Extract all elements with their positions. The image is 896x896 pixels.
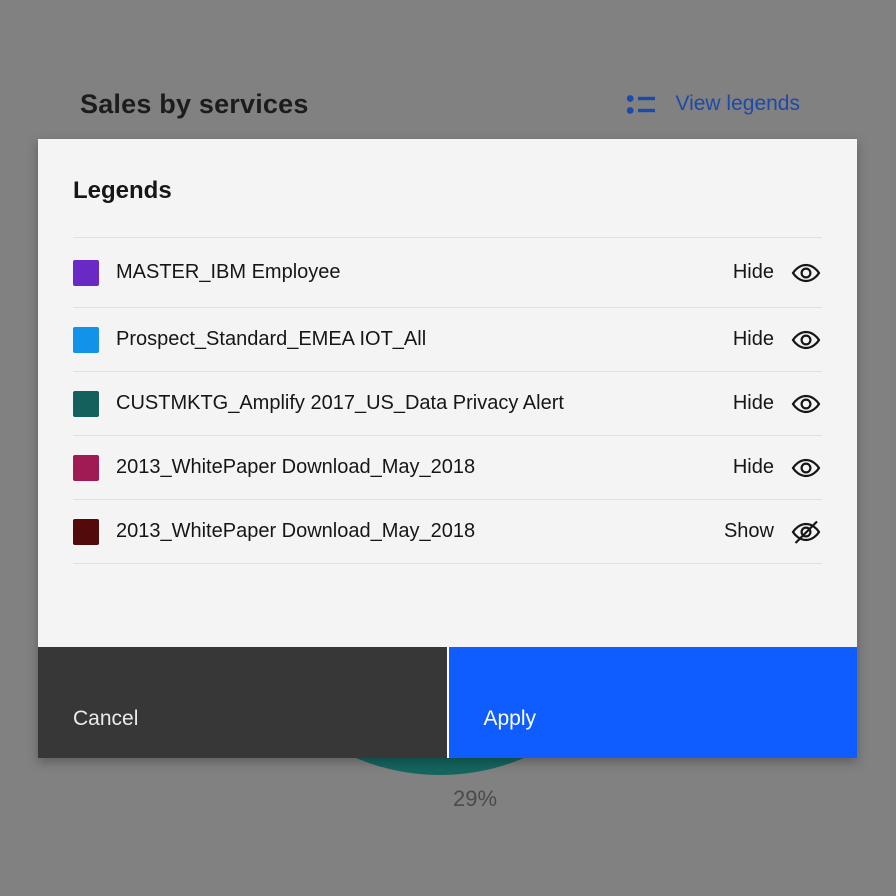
- legend-list-icon: [626, 91, 656, 117]
- legend-color-swatch: [73, 327, 99, 353]
- view-icon[interactable]: [790, 388, 822, 420]
- legend-color-swatch: [73, 519, 99, 545]
- legend-row[interactable]: 2013_WhitePaper Download_May_2018 Hide: [73, 435, 822, 499]
- legend-label: Prospect_Standard_EMEA IOT_All: [116, 328, 721, 351]
- legend-label: MASTER_IBM Employee: [116, 261, 721, 284]
- chart-title: Sales by services: [80, 89, 309, 120]
- legend-action-label: Hide: [733, 261, 774, 284]
- legend-action-label: Hide: [733, 456, 774, 479]
- modal-title: Legends: [38, 139, 857, 205]
- legend-row[interactable]: Prospect_Standard_EMEA IOT_All Hide: [73, 307, 822, 371]
- chart-page: Sales by services View legends 29% Legen…: [0, 0, 896, 896]
- legend-action-label: Hide: [733, 392, 774, 415]
- legend-row[interactable]: MASTER_IBM Employee Hide: [73, 237, 822, 307]
- legend-row[interactable]: 2013_WhitePaper Download_May_2018 Show: [73, 499, 822, 563]
- legends-modal: Legends MASTER_IBM Employee Hide Prospec…: [38, 139, 857, 758]
- apply-button[interactable]: Apply: [449, 647, 858, 758]
- donut-segment-value: 29%: [435, 786, 515, 812]
- chart-header: Sales by services View legends: [80, 84, 800, 124]
- legend-row[interactable]: CUSTMKTG_Amplify 2017_US_Data Privacy Al…: [73, 371, 822, 435]
- legend-action-label: Show: [724, 520, 774, 543]
- modal-footer: Cancel Apply: [38, 647, 857, 758]
- legend-label: 2013_WhitePaper Download_May_2018: [116, 456, 721, 479]
- legend-action-label: Hide: [733, 328, 774, 351]
- view-icon[interactable]: [790, 324, 822, 356]
- legend-label: CUSTMKTG_Amplify 2017_US_Data Privacy Al…: [116, 392, 721, 415]
- view-off-icon[interactable]: [790, 516, 822, 548]
- legend-color-swatch: [73, 455, 99, 481]
- view-icon[interactable]: [790, 452, 822, 484]
- cancel-button[interactable]: Cancel: [38, 647, 447, 758]
- legend-label: 2013_WhitePaper Download_May_2018: [116, 520, 712, 543]
- view-icon[interactable]: [790, 257, 822, 289]
- legend-color-swatch: [73, 391, 99, 417]
- legend-list: MASTER_IBM Employee Hide Prospect_Standa…: [73, 237, 822, 564]
- view-legends-label: View legends: [675, 92, 800, 116]
- view-legends-link[interactable]: View legends: [626, 91, 800, 117]
- legend-color-swatch: [73, 260, 99, 286]
